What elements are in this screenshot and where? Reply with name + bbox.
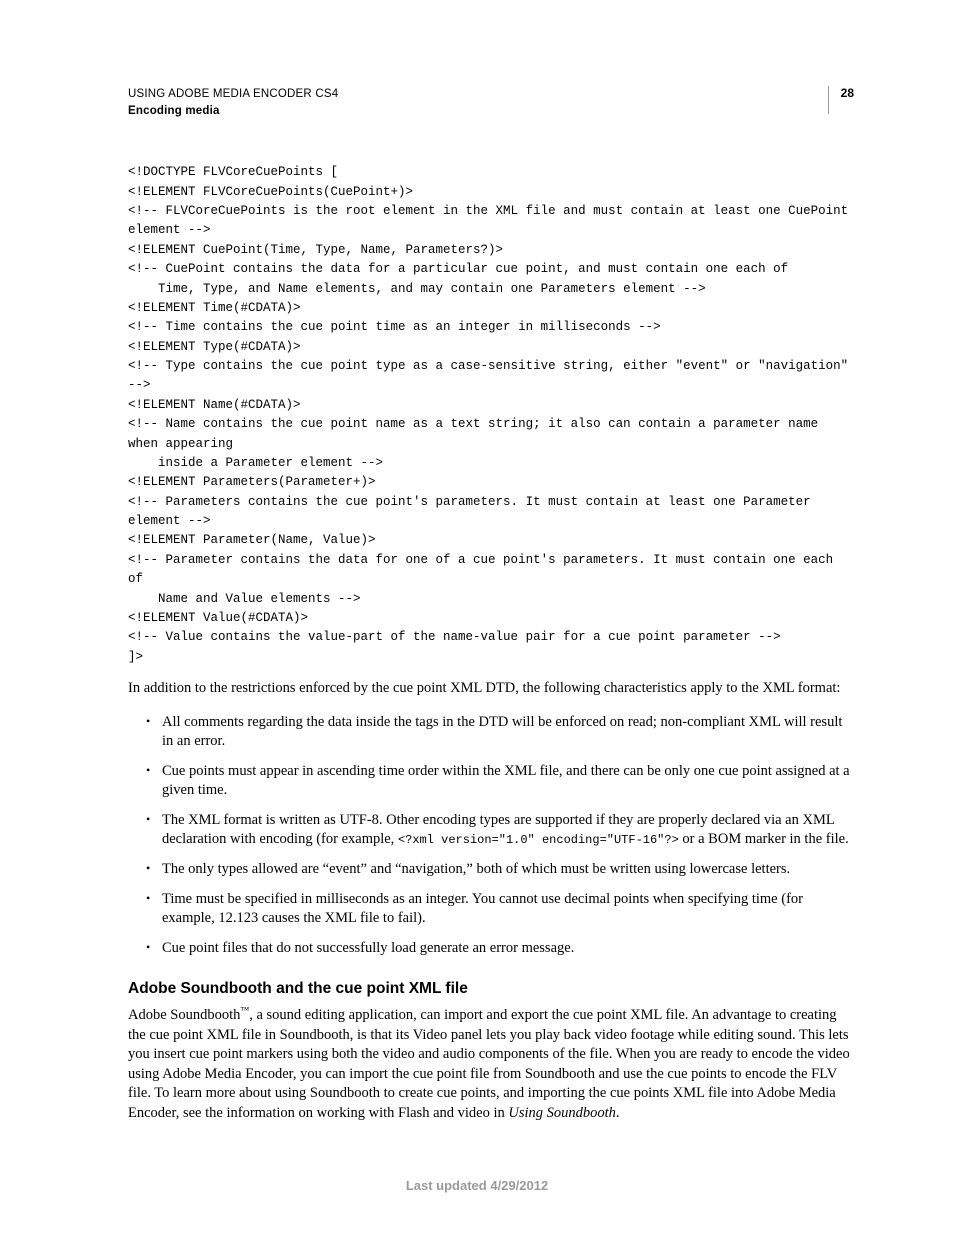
- page-footer: Last updated 4/29/2012: [0, 1178, 954, 1193]
- list-item: Cue points must appear in ascending time…: [128, 762, 854, 801]
- dtd-code-block: <!DOCTYPE FLVCoreCuePoints [ <!ELEMENT F…: [128, 163, 854, 667]
- inline-code: <?xml version="1.0" encoding="UTF-16"?>: [398, 833, 679, 847]
- list-item: Time must be specified in milliseconds a…: [128, 890, 854, 929]
- doc-subtitle: Encoding media: [128, 103, 338, 120]
- section-body-pre: Adobe Soundbooth: [128, 1007, 240, 1023]
- section-body: Adobe Soundbooth™, a sound editing appli…: [128, 1004, 854, 1123]
- bullet-list: All comments regarding the data inside t…: [128, 713, 854, 959]
- list-item: The only types allowed are “event” and “…: [128, 860, 854, 880]
- intro-paragraph: In addition to the restrictions enforced…: [128, 679, 854, 699]
- list-item: All comments regarding the data inside t…: [128, 713, 854, 752]
- section-body-italic: Using Soundbooth: [508, 1105, 616, 1121]
- list-item-text-post: or a BOM marker in the file.: [679, 831, 849, 847]
- page-header-row: USING ADOBE MEDIA ENCODER CS4 Encoding m…: [128, 86, 854, 119]
- trademark-symbol: ™: [240, 1005, 249, 1015]
- section-body-mid: , a sound editing application, can impor…: [128, 1007, 850, 1121]
- page-number: 28: [828, 86, 854, 114]
- doc-title: USING ADOBE MEDIA ENCODER CS4: [128, 86, 338, 103]
- list-item: The XML format is written as UTF-8. Othe…: [128, 811, 854, 850]
- page: USING ADOBE MEDIA ENCODER CS4 Encoding m…: [0, 0, 954, 1235]
- page-header-left: USING ADOBE MEDIA ENCODER CS4 Encoding m…: [128, 86, 338, 119]
- section-body-post: .: [616, 1105, 620, 1121]
- section-heading: Adobe Soundbooth and the cue point XML f…: [128, 980, 854, 998]
- list-item: Cue point files that do not successfully…: [128, 939, 854, 959]
